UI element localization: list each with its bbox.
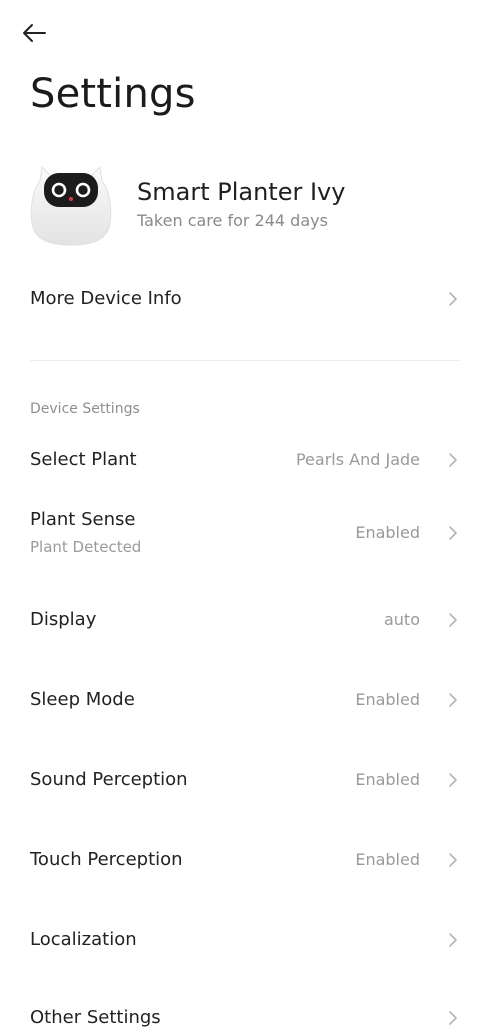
divider — [30, 360, 460, 361]
more-device-info-row[interactable]: More Device Info — [30, 288, 460, 309]
device-avatar — [28, 161, 114, 247]
row-label: Display — [30, 609, 97, 630]
other-settings-row[interactable]: Other Settings — [30, 1007, 460, 1028]
section-header-device-settings: Device Settings — [30, 401, 140, 417]
row-label: Select Plant — [30, 449, 137, 470]
row-label: Sound Perception — [30, 769, 188, 790]
row-label: Sleep Mode — [30, 689, 135, 710]
row-label: Plant Sense — [30, 509, 136, 530]
chevron-right-icon — [446, 772, 460, 788]
row-value: Enabled — [355, 523, 420, 542]
row-value: Enabled — [355, 690, 420, 709]
row-label: Touch Perception — [30, 849, 183, 870]
plant-sense-row[interactable]: Plant Sense Plant Detected Enabled — [30, 509, 460, 556]
chevron-right-icon — [446, 291, 460, 307]
chevron-right-icon — [446, 525, 460, 541]
back-button[interactable] — [18, 18, 50, 48]
device-care-days: Taken care for 244 days — [137, 210, 328, 230]
arrow-left-icon — [23, 24, 46, 42]
chevron-right-icon — [446, 452, 460, 468]
chevron-right-icon — [446, 692, 460, 708]
localization-row[interactable]: Localization — [30, 929, 460, 950]
row-label: Other Settings — [30, 1007, 161, 1028]
chevron-right-icon — [446, 852, 460, 868]
row-value: Enabled — [355, 770, 420, 789]
page-title: Settings — [30, 71, 196, 117]
chevron-right-icon — [446, 612, 460, 628]
device-name: Smart Planter Ivy — [137, 178, 346, 207]
touch-perception-row[interactable]: Touch Perception Enabled — [30, 849, 460, 870]
select-plant-row[interactable]: Select Plant Pearls And Jade — [30, 449, 460, 470]
row-value: auto — [383, 610, 420, 629]
row-value: Enabled — [355, 850, 420, 869]
display-row[interactable]: Display auto — [30, 609, 460, 630]
sound-perception-row[interactable]: Sound Perception Enabled — [30, 769, 460, 790]
row-label: More Device Info — [30, 288, 182, 309]
device-card: Smart Planter Ivy Taken care for 244 day… — [28, 158, 460, 250]
chevron-right-icon — [446, 932, 460, 948]
row-label: Localization — [30, 929, 137, 950]
chevron-right-icon — [446, 1010, 460, 1026]
row-sublabel: Plant Detected — [30, 538, 142, 556]
sleep-mode-row[interactable]: Sleep Mode Enabled — [30, 689, 460, 710]
row-value: Pearls And Jade — [295, 450, 420, 469]
